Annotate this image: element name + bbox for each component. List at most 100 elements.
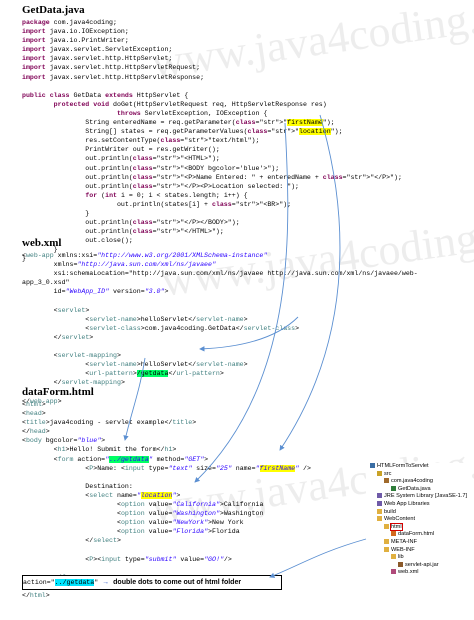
code-line: <option value="California">California bbox=[22, 501, 264, 509]
java-file-icon bbox=[391, 485, 396, 491]
code-line: out.println(class="str">"<HTML>"); bbox=[22, 155, 220, 163]
tree-item[interactable]: src bbox=[366, 470, 472, 479]
tree-item-label: Web App Libraries bbox=[384, 500, 430, 507]
folder-icon bbox=[384, 523, 389, 529]
tree-item[interactable]: Web App Libraries bbox=[366, 500, 472, 509]
project-icon bbox=[370, 463, 375, 468]
code-line: out.println(class="str">"<BODY bgcolor='… bbox=[22, 164, 280, 172]
code-line: out.println(class="str">"</P><P>Location… bbox=[22, 182, 299, 190]
folder-icon bbox=[377, 516, 382, 522]
tree-item[interactable]: GetData.java bbox=[366, 485, 472, 494]
tree-item[interactable]: web.xml bbox=[366, 569, 472, 577]
tree-item-label: META-INF bbox=[391, 538, 417, 545]
code-line: package com.java4coding; bbox=[22, 19, 117, 26]
code-line: xsi:schemaLocation="http://java.sun.com/… bbox=[22, 270, 418, 278]
code-line: <url-pattern>/getdata</url-pattern> bbox=[22, 370, 224, 378]
webxml-code-block: <web-app xmlns:xsi="http://www.w3.org/20… bbox=[22, 251, 418, 406]
note-description: double dots to come out of html folder bbox=[113, 579, 242, 586]
tree-item[interactable]: com.java4coding bbox=[366, 478, 472, 486]
tree-item-label: dataForm.html bbox=[398, 531, 435, 538]
tree-item[interactable]: HTMLFormToServlet bbox=[366, 463, 472, 471]
tree-item[interactable]: servlet-api.jar bbox=[366, 561, 472, 570]
code-line: </servlet> bbox=[22, 333, 94, 341]
tree-item-label: src bbox=[384, 470, 392, 477]
getdata-section-title: GetData.java bbox=[22, 4, 85, 16]
webxml-section-title: web.xml bbox=[22, 237, 62, 249]
code-line: for (int i = 0; i < states.length; i++) … bbox=[85, 191, 248, 199]
code-line: import java.io.PrintWriter; bbox=[22, 37, 129, 45]
html-file-icon bbox=[391, 531, 396, 537]
code-line: String[] states = req.getParameterValues… bbox=[22, 128, 343, 136]
tree-item-label: JRE System Library [JavaSE-1.7] bbox=[384, 493, 468, 500]
tree-item-label: WebContent bbox=[384, 516, 415, 523]
library-icon bbox=[377, 493, 382, 499]
tree-item[interactable]: WEB-INF bbox=[366, 546, 472, 555]
tree-item[interactable]: META-INF bbox=[366, 538, 472, 547]
code-line: <option value="Washington">Washington bbox=[22, 510, 264, 518]
folder-icon bbox=[391, 554, 396, 560]
relative-path-note: action="../getdata" → double dots to com… bbox=[22, 575, 282, 590]
code-line: import javax.servlet.http.HttpServletRes… bbox=[22, 73, 205, 81]
code-line: </html> bbox=[22, 591, 50, 599]
tree-item-label: lib bbox=[398, 554, 404, 561]
code-line: Destination: bbox=[22, 482, 133, 490]
code-line: app_3_0.xsd" bbox=[22, 279, 70, 287]
folder-icon bbox=[384, 538, 389, 544]
code-line: <servlet-name>helloServlet</servlet-name… bbox=[22, 315, 248, 323]
code-line: <P>Name: <input type="text" size="25" na… bbox=[22, 464, 311, 472]
tree-item-label: build bbox=[384, 508, 396, 515]
code-line: id="WebApp_ID" version="3.0"> bbox=[22, 288, 169, 296]
package-icon bbox=[384, 478, 389, 484]
code-line: import javax.servlet.http.HttpServletReq… bbox=[22, 64, 201, 72]
code-line: <form action="../getdata" method="GET"> bbox=[22, 455, 209, 463]
right-arrow-icon: → bbox=[102, 579, 110, 586]
code-line: <option value="Florida">Florida bbox=[22, 528, 240, 536]
code-line: String enteredName = req.getParameter(cl… bbox=[22, 119, 335, 127]
tree-item[interactable]: WebContent bbox=[366, 516, 472, 524]
tree-item[interactable]: lib bbox=[366, 554, 472, 562]
code-line: </head> bbox=[22, 428, 50, 436]
note-code-suffix: " bbox=[94, 579, 99, 586]
code-line: import javax.servlet.http.HttpServlet; bbox=[22, 55, 173, 63]
code-line: protected void doGet(HttpServletRequest … bbox=[53, 100, 327, 108]
note-code-prefix: action=" bbox=[23, 579, 55, 586]
dataform-section-title: dataForm.html bbox=[22, 386, 94, 398]
tree-item-label: html bbox=[390, 522, 403, 531]
code-line: <h1>Hello! Submit the form</h1> bbox=[22, 446, 177, 454]
code-line: public class GetData extends HttpServlet… bbox=[22, 91, 189, 99]
dataform-code-block: <html> <head> <title>java4coding - servl… bbox=[22, 400, 311, 600]
project-explorer-tree: HTMLFormToServlet src com.java4coding GetDa… bbox=[366, 463, 472, 589]
code-line: out.println(class="str">"</HTML>"); bbox=[22, 228, 224, 236]
tree-item[interactable]: dataForm.html bbox=[366, 531, 472, 539]
tree-item-label: web.xml bbox=[398, 569, 419, 576]
code-line: import java.io.IOException; bbox=[22, 28, 129, 36]
code-line: out.println(class="str">"<P>Name Entered… bbox=[22, 173, 402, 181]
folder-icon bbox=[377, 508, 382, 514]
code-line: } bbox=[22, 209, 90, 217]
code-line: <head> bbox=[22, 410, 46, 418]
note-code-value: ../getdata bbox=[54, 579, 95, 586]
code-line: xmlns="http://java.sun.com/xml/ns/javaee… bbox=[22, 261, 216, 269]
code-line: <title>java4coding - servlet example</ti… bbox=[22, 419, 197, 427]
library-icon bbox=[377, 500, 382, 506]
jar-file-icon bbox=[398, 561, 403, 567]
code-line: </select> bbox=[22, 537, 121, 545]
code-line: <P><input type="submit" value="GO!"/> bbox=[22, 555, 232, 563]
code-line: PrintWriter out = res.getWriter(); bbox=[22, 146, 220, 154]
code-line: import javax.servlet.ServletException; bbox=[22, 46, 173, 54]
tree-item-label: servlet-api.jar bbox=[405, 561, 439, 568]
tree-item[interactable]: build bbox=[366, 508, 472, 517]
folder-icon bbox=[384, 546, 389, 552]
source-folder-icon bbox=[377, 470, 382, 476]
tree-item-label: WEB-INF bbox=[391, 546, 415, 553]
xml-file-icon bbox=[391, 569, 396, 575]
tree-item[interactable]: html bbox=[366, 522, 472, 532]
getdata-code-block: package com.java4coding; import java.io.… bbox=[22, 18, 402, 264]
code-line: out.println(states[i] + class="str">"<BR… bbox=[22, 200, 292, 208]
code-line: <select name="location"> bbox=[22, 491, 181, 499]
code-line: <web-app xmlns:xsi="http://www.w3.org/20… bbox=[22, 252, 268, 259]
tree-item[interactable]: JRE System Library [JavaSE-1.7] bbox=[366, 493, 472, 501]
code-line: res.setContentType(class="str">"text/htm… bbox=[22, 137, 260, 145]
tree-item-label: HTMLFormToServlet bbox=[377, 463, 429, 469]
code-line: <html> bbox=[22, 401, 46, 408]
